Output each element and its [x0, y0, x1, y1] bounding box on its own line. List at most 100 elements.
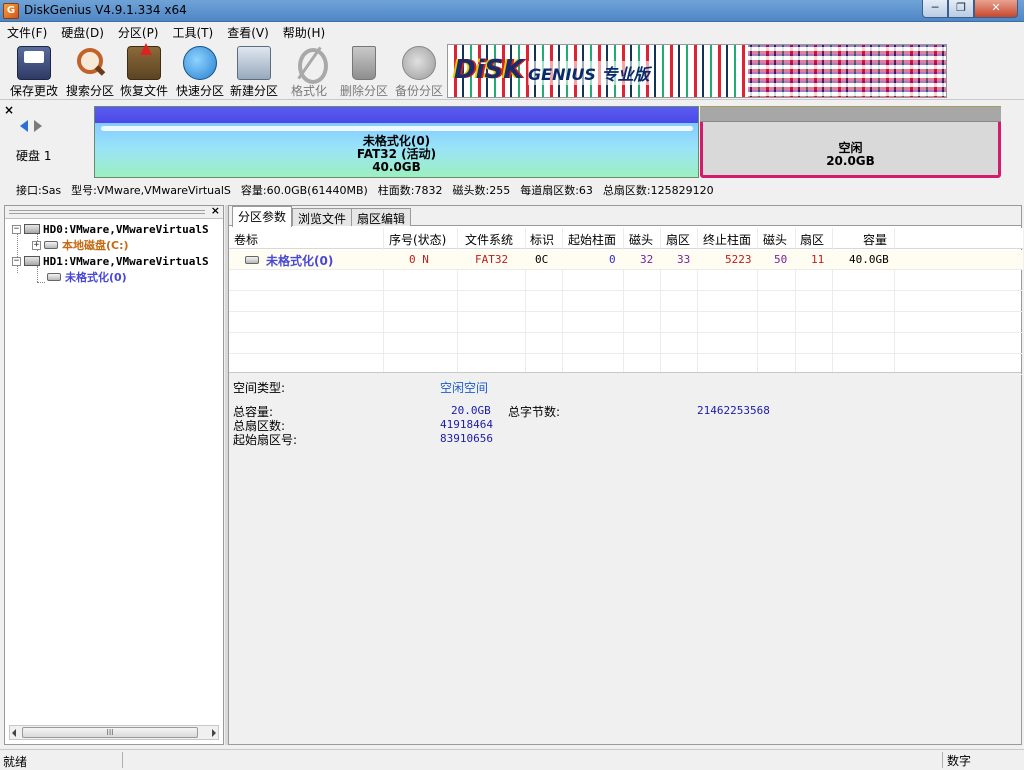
- col-end-sector: 扇区: [800, 233, 825, 247]
- start-sector-label: 起始扇区号:: [233, 433, 298, 447]
- total-sectors-value: 41918464: [440, 418, 493, 431]
- disk-info-sectors-per-track: 每道扇区数:63: [520, 184, 593, 197]
- row-id: 0C: [535, 253, 549, 266]
- menu-help[interactable]: 帮助(H): [276, 22, 332, 42]
- app-icon: G: [3, 3, 19, 19]
- quick-partition-button[interactable]: 快速分区: [172, 46, 228, 99]
- delete-partition-label: 删除分区: [339, 84, 388, 98]
- table-row[interactable]: 未格式化(0) 0 N FAT32 0C 0 32 33 5223 50 11 …: [229, 250, 1023, 270]
- scroll-thumb[interactable]: III: [22, 727, 198, 738]
- search-partition-button[interactable]: 搜索分区: [62, 46, 118, 99]
- disk-info-cylinders: 柱面数:7832: [377, 184, 443, 197]
- new-partition-label: 新建分区: [229, 84, 278, 98]
- volume-icon: [44, 241, 58, 249]
- scroll-right-icon[interactable]: [212, 729, 216, 737]
- save-changes-label: 保存更改: [9, 84, 58, 98]
- total-bytes-value: 21462253568: [697, 404, 770, 417]
- free-topband: [700, 106, 1001, 122]
- hard-disk-icon: [24, 256, 40, 266]
- hard-disk-icon: [24, 224, 40, 234]
- status-separator: [122, 752, 123, 768]
- prev-disk-icon[interactable]: [20, 120, 28, 132]
- free-size: 20.0GB: [826, 154, 875, 168]
- quick-partition-label: 快速分区: [175, 84, 224, 98]
- disk-map-close-icon[interactable]: ×: [4, 103, 14, 117]
- disk-info-total-sectors: 总扇区数:125829120: [602, 184, 714, 197]
- col-capacity: 容量: [863, 233, 888, 247]
- col-label: 卷标: [234, 233, 259, 247]
- recover-files-button[interactable]: 恢复文件: [116, 43, 172, 99]
- tree-node-label: HD1:VMware,VMwareVirtualS: [43, 254, 209, 268]
- menu-disk[interactable]: 硬盘(D): [54, 22, 111, 42]
- banner-word: GENIUS 专业版: [528, 61, 650, 85]
- new-partition-button[interactable]: 新建分区: [226, 46, 282, 99]
- delete-partition-button[interactable]: 删除分区: [336, 46, 392, 99]
- partition-size: 40.0GB: [372, 160, 421, 174]
- window-title: DiskGenius V4.9.1.334 x64: [24, 3, 187, 17]
- backup-icon: [402, 46, 436, 80]
- table-row-empty: [229, 334, 1023, 354]
- tree-collapse-icon[interactable]: −: [12, 256, 21, 266]
- col-start-head: 磁头: [629, 233, 654, 247]
- tree-node-label: HD0:VMware,VMwareVirtualS: [43, 222, 209, 236]
- tree-node-unformatted[interactable]: 未格式化(0): [47, 269, 127, 285]
- tree-node-hd1[interactable]: − HD1:VMware,VMwareVirtualS: [12, 253, 209, 269]
- disk-info-interface: 接口:Sas: [16, 184, 62, 197]
- tree-expand-icon[interactable]: +: [32, 240, 41, 250]
- partition-block-free[interactable]: 空闲 20.0GB: [700, 106, 1001, 178]
- backup-partition-button[interactable]: 备份分区: [391, 46, 447, 99]
- scroll-left-icon[interactable]: [12, 729, 16, 737]
- format-button[interactable]: 格式化: [281, 46, 337, 99]
- row-end-sector: 11: [811, 253, 825, 266]
- menu-view[interactable]: 查看(V): [220, 22, 276, 42]
- tab-partition-params[interactable]: 分区参数: [232, 206, 293, 227]
- col-start-cyl: 起始柱面: [568, 233, 617, 247]
- numlock-indicator: 数字: [942, 752, 1022, 768]
- col-filesystem: 文件系统: [465, 233, 514, 247]
- status-text: 就绪: [3, 755, 28, 769]
- minimize-button[interactable]: ─: [922, 0, 948, 18]
- banner-pattern: [748, 45, 946, 97]
- partition-block-main[interactable]: 未格式化(0) FAT32 (活动) 40.0GB: [94, 106, 699, 178]
- row-start-head: 32: [640, 253, 654, 266]
- tab-bar: 分区参数 浏览文件 扇区编辑: [229, 206, 1021, 227]
- tree-node-local-disk-c[interactable]: + 本地磁盘(C:): [32, 237, 129, 253]
- maximize-button[interactable]: ❐: [948, 0, 974, 18]
- next-disk-icon[interactable]: [34, 120, 42, 132]
- recover-icon: [127, 43, 161, 80]
- menu-file[interactable]: 文件(F): [0, 22, 54, 42]
- disk-map: × 硬盘 1 未格式化(0) FAT32 (活动) 40.0GB 空闲 20.0…: [0, 101, 1024, 181]
- tree-horizontal-scrollbar[interactable]: III: [9, 725, 219, 740]
- backup-partition-label: 备份分区: [394, 84, 443, 98]
- save-changes-button[interactable]: 保存更改: [6, 46, 62, 99]
- table-header: 卷标 序号(状态) 文件系统 标识 起始柱面 磁头 扇区 终止柱面 磁头 扇区 …: [229, 228, 1023, 249]
- status-bar: 就绪 数字: [0, 749, 1024, 769]
- col-end-head: 磁头: [763, 233, 788, 247]
- title-bar: G DiskGenius V4.9.1.334 x64 ─ ❐ ✕: [0, 0, 1024, 22]
- table-row-empty: [229, 292, 1023, 312]
- row-filesystem: FAT32: [475, 253, 509, 266]
- tree-pane-grip[interactable]: [9, 210, 205, 214]
- col-start-sector: 扇区: [666, 233, 691, 247]
- col-index: 序号(状态): [389, 233, 447, 247]
- total-capacity-value: 20.0GB: [451, 404, 491, 417]
- disk-nav: [20, 120, 42, 132]
- tree-collapse-icon[interactable]: −: [12, 224, 21, 234]
- disk-tree-pane: × − HD0:VMware,VMwareVirtualS + 本地磁盘(C:)…: [4, 204, 224, 745]
- tree-node-hd0[interactable]: − HD0:VMware,VMwareVirtualS: [12, 221, 209, 237]
- close-button[interactable]: ✕: [974, 0, 1018, 18]
- tab-browse-files[interactable]: 浏览文件: [292, 208, 353, 226]
- ad-banner[interactable]: DiSK GENIUS 专业版: [447, 44, 947, 98]
- disk-label: 硬盘 1: [16, 149, 52, 163]
- menu-tools[interactable]: 工具(T): [166, 22, 221, 42]
- format-icon: [292, 46, 328, 84]
- row-index: 0 N: [409, 253, 429, 266]
- format-label: 格式化: [290, 84, 327, 98]
- space-type-value: 空闲空间: [440, 381, 489, 395]
- tab-sector-edit[interactable]: 扇区编辑: [351, 208, 412, 226]
- menu-partition[interactable]: 分区(P): [111, 22, 166, 42]
- menu-bar: 文件(F) 硬盘(D) 分区(P) 工具(T) 查看(V) 帮助(H): [0, 22, 1024, 42]
- total-bytes-label: 总字节数:: [508, 405, 561, 419]
- partition-topband: [95, 107, 698, 123]
- tree-pane-close-icon[interactable]: ×: [211, 204, 220, 217]
